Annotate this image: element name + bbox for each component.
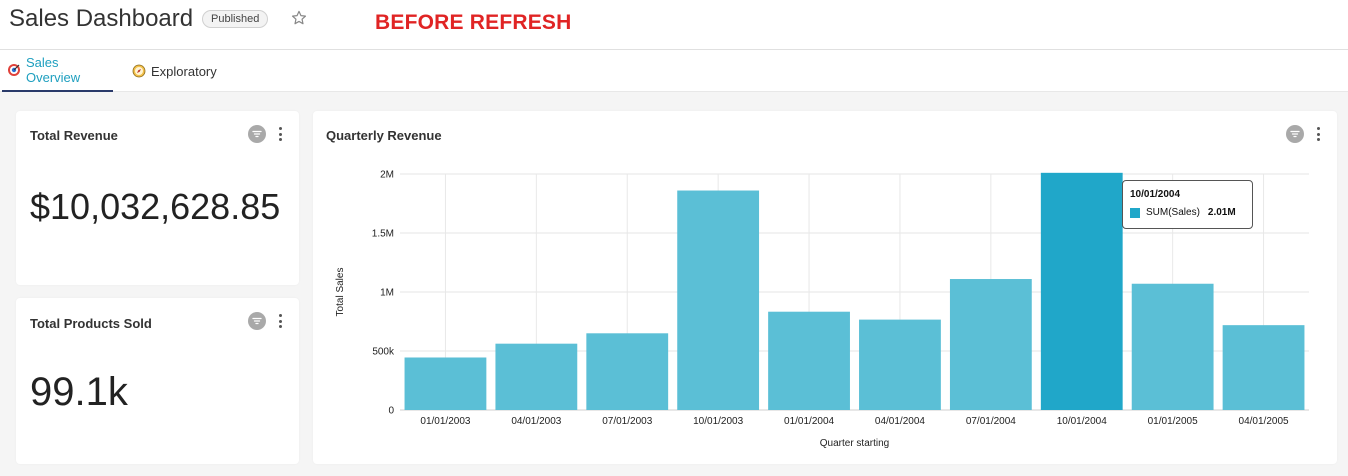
y-tick-label: 500k <box>372 347 395 358</box>
bar <box>768 311 850 410</box>
kpi-value: $10,032,628.85 <box>30 186 281 227</box>
tooltip-series: SUM(Sales) <box>1146 207 1200 218</box>
dashboard-tabs: Sales Overview Exploratory <box>0 50 1348 92</box>
bar <box>1040 172 1123 410</box>
x-tick-label: 04/01/2003 <box>511 416 561 427</box>
annotation-label: BEFORE REFRESH <box>375 11 572 34</box>
bar <box>677 190 760 410</box>
bar <box>859 319 941 410</box>
x-axis-title: Quarter starting <box>820 438 889 449</box>
x-tick-label: 10/01/2004 <box>1057 416 1107 427</box>
quarterly-revenue-chart: 0 500k 1M 1.5M 2M 01/01/2003 04/01/2003 07/01/2… <box>335 170 1309 449</box>
x-tick-label: 07/01/2003 <box>602 416 652 427</box>
tooltip-date: 10/01/2004 <box>1130 189 1181 200</box>
y-tick-label: 2M <box>380 170 394 181</box>
more-options-icon[interactable] <box>275 312 285 330</box>
bar <box>949 279 1032 410</box>
x-tick-label: 04/01/2005 <box>1239 416 1289 427</box>
status-badge: Published <box>202 10 269 28</box>
target-icon <box>7 63 21 77</box>
filter-icon[interactable] <box>248 312 266 330</box>
y-tick-label: 1M <box>380 288 394 299</box>
quarterly-revenue-card: Quarterly Revenue 0 500k 1M 1.5M 2M 01/01/200… <box>313 111 1337 464</box>
y-tick-label: 1.5M <box>372 229 394 240</box>
dashboard-header: Sales Dashboard Published BEFORE REFRESH <box>0 0 1348 50</box>
compass-icon <box>132 64 146 78</box>
x-tick-label: 10/01/2003 <box>693 416 743 427</box>
x-tick-label: 07/01/2004 <box>966 416 1016 427</box>
tooltip-value: 2.01M <box>1207 207 1236 218</box>
filter-icon[interactable] <box>248 125 266 143</box>
tab-label: Exploratory <box>151 63 217 79</box>
card-title: Total Products Sold <box>30 316 152 331</box>
total-revenue-card: Total Revenue $10,032,628.85 <box>16 111 299 285</box>
total-products-card: Total Products Sold 99.1k <box>16 298 299 464</box>
bar <box>404 357 487 410</box>
tab-label: Sales Overview <box>26 55 81 85</box>
x-tick-label: 01/01/2003 <box>420 416 470 427</box>
card-title: Total Revenue <box>30 128 118 143</box>
x-tick-label: 01/01/2005 <box>1148 416 1198 427</box>
bar <box>586 333 669 410</box>
tab-exploratory[interactable]: Exploratory <box>132 50 217 92</box>
more-options-icon[interactable] <box>275 125 285 143</box>
favorite-star-icon[interactable] <box>290 9 308 27</box>
bar <box>1222 325 1305 410</box>
y-tick-label: 0 <box>388 406 394 417</box>
tab-sales-overview[interactable]: Sales Overview <box>2 50 113 92</box>
y-axis-title: Total Sales <box>335 268 346 317</box>
x-tick-label: 01/01/2004 <box>784 416 834 427</box>
bar <box>1131 283 1214 410</box>
kpi-value: 99.1k <box>30 370 128 414</box>
x-tick-label: 04/01/2004 <box>875 416 925 427</box>
page-title: Sales Dashboard <box>9 5 194 32</box>
bar <box>495 343 578 410</box>
chart-tooltip: 10/01/2004 SUM(Sales) 2.01M <box>1122 180 1253 229</box>
tooltip-swatch <box>1130 207 1140 218</box>
